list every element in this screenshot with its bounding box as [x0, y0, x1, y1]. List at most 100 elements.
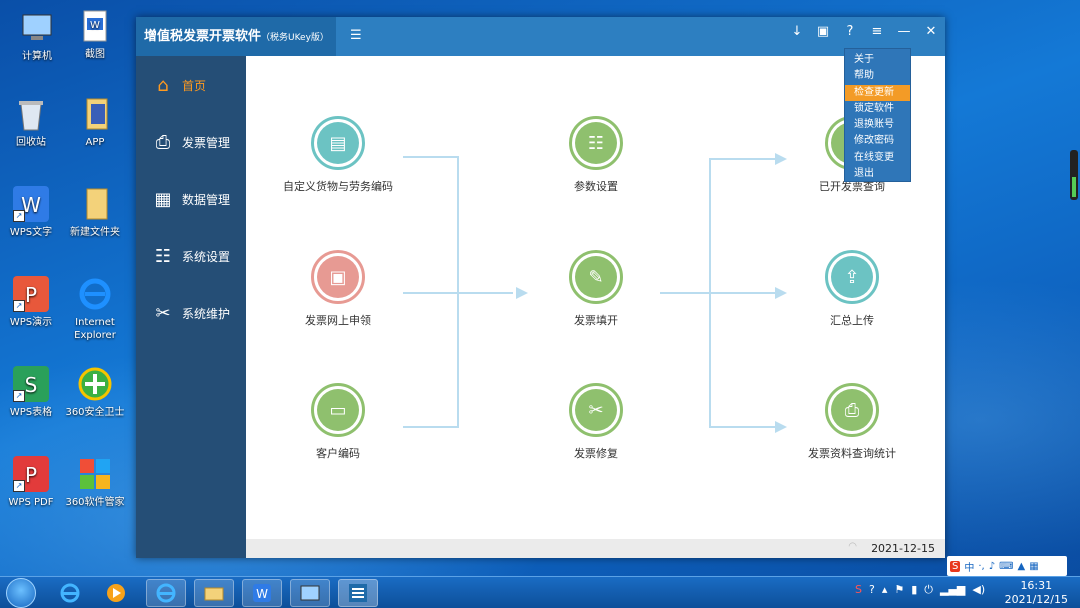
node-stats-query[interactable]: ⎙ 发票资料查询统计 — [782, 383, 922, 461]
upload-icon: ⇪ — [825, 250, 879, 304]
taskbar-invoice-app-window[interactable] — [338, 579, 378, 607]
node-custom-goods[interactable]: ▤ 自定义货物与劳务编码 — [268, 116, 408, 194]
sidebar-item-system-maintenance[interactable]: ✂ 系统维护 — [136, 285, 246, 342]
taskbar-ie-icon[interactable] — [50, 579, 90, 607]
home-icon: ⌂ — [157, 75, 169, 96]
menu-item-online-change[interactable]: 在线变更 — [845, 150, 910, 166]
ime-toolbar[interactable]: S 中 ·, ♪ ⌨ ▲ ▦ — [947, 556, 1067, 576]
power-icon[interactable]: ⏻ — [924, 583, 933, 597]
download-icon[interactable]: ↓ — [784, 17, 810, 47]
desktop-icon-wps-spreadsheet[interactable]: S ↗ WPS表格 — [0, 366, 66, 419]
menu-icon[interactable]: ≡ — [864, 17, 890, 47]
clock[interactable]: 16:31 2021/12/15 — [1005, 579, 1068, 607]
skin-icon[interactable]: ▲ — [1018, 561, 1026, 572]
online-apply-icon: ▣ — [311, 250, 365, 304]
printer-icon: ⎙ — [155, 132, 171, 153]
menu-item-change-password[interactable]: 修改密码 — [845, 133, 910, 149]
desktop-icon-label: APP — [85, 137, 105, 148]
taskbar-media-player-icon[interactable] — [96, 579, 136, 607]
flag-icon[interactable]: ⚑ — [894, 583, 904, 597]
mic-icon[interactable]: ♪ — [989, 561, 995, 572]
desktop-icon-new-folder[interactable]: 新建文件夹 — [60, 186, 130, 239]
sliders-icon: ☷ — [569, 116, 623, 170]
taskbar-explorer-window[interactable] — [194, 579, 234, 607]
taskbar-control-panel-window[interactable] — [290, 579, 330, 607]
minimize-icon[interactable]: — — [891, 17, 917, 47]
sidebar-item-home[interactable]: ⌂ 首页 — [136, 57, 246, 114]
desktop-icon-screenshot[interactable]: W 截图 — [60, 8, 130, 61]
sidebar-item-invoice-management[interactable]: ⎙ 发票管理 — [136, 114, 246, 171]
menu-item-help[interactable]: 帮助 — [845, 68, 910, 84]
volume-slider[interactable] — [1070, 150, 1078, 200]
node-customer-code[interactable]: ▭ 客户编码 — [268, 383, 408, 461]
help-icon[interactable]: ? — [837, 17, 863, 47]
tray-expand-icon[interactable]: ▴ — [882, 583, 888, 597]
keyboard-icon[interactable]: ⌨ — [999, 561, 1013, 572]
desktop-icon-label: WPS PDF — [8, 497, 54, 508]
battery-icon[interactable]: ▮ — [911, 583, 917, 597]
sidebar-item-data-management[interactable]: ▦ 数据管理 — [136, 171, 246, 228]
volume-icon[interactable]: ◀) — [972, 583, 985, 597]
sidebar-item-label: 系统维护 — [182, 307, 231, 321]
desktop-icon-app-folder[interactable]: APP — [60, 96, 130, 149]
data-icon: ▦ — [154, 189, 172, 210]
ie-icon — [77, 276, 113, 312]
menu-item-lock[interactable]: 锁定软件 — [845, 101, 910, 117]
wps-writer-icon: W ↗ — [13, 186, 49, 222]
menu-item-switch-account[interactable]: 退换账号 — [845, 117, 910, 133]
folder-icon — [77, 186, 113, 222]
menu-item-check-update[interactable]: 检查更新 — [845, 84, 910, 101]
node-label: 参数设置 — [574, 180, 618, 193]
desktop-icon-label: 回收站 — [16, 137, 46, 148]
network-icon[interactable]: ▂▄▆ — [940, 583, 965, 597]
desktop-icon-wps-writer[interactable]: W ↗ WPS文字 — [0, 186, 66, 239]
sidebar-item-system-settings[interactable]: ☷ 系统设置 — [136, 228, 246, 285]
desktop-icon-360-safe[interactable]: 360安全卫士 — [60, 366, 130, 419]
desktop-icon-recycle[interactable]: 回收站 — [0, 96, 66, 149]
node-invoice-fill[interactable]: ✎ 发票填开 — [526, 250, 666, 328]
sidebar-item-label: 发票管理 — [182, 136, 231, 150]
help-tray-icon[interactable]: ? — [869, 583, 875, 597]
punctuation-icon[interactable]: ·, — [978, 561, 984, 572]
system-tray: S ? ▴ ⚑ ▮ ⏻ ▂▄▆ ◀) — [855, 583, 985, 597]
desktop-icon-label: 360安全卫士 — [65, 407, 125, 418]
status-date: 2021-12-15 — [871, 542, 935, 555]
desktop-icon-wps-presentation[interactable]: P ↗ WPS演示 — [0, 276, 66, 329]
skin-icon[interactable]: ▣ — [810, 17, 836, 47]
settings-icon: ☷ — [154, 246, 172, 267]
printer-search-icon: ⎙ — [825, 383, 879, 437]
sogou-tray-icon[interactable]: S — [855, 583, 862, 597]
desktop-icon-ie[interactable]: Internet Explorer — [60, 276, 130, 342]
collapse-sidebar-icon[interactable]: ☰ — [350, 28, 362, 43]
node-summary-upload[interactable]: ⇪ 汇总上传 — [782, 250, 922, 328]
node-invoice-repair[interactable]: ✂ 发票修复 — [526, 383, 666, 461]
window-title-suffix: （税务UKey版） — [261, 33, 329, 43]
sogou-icon: S — [950, 560, 961, 572]
clock-date: 2021/12/15 — [1004, 593, 1068, 606]
desktop-icon-wps-pdf[interactable]: P ↗ WPS PDF — [0, 456, 66, 509]
taskbar-wps-window[interactable]: W — [242, 579, 282, 607]
desktop-icon-360-software[interactable]: 360软件管家 — [60, 456, 130, 509]
home-flow-panel: ▤ 自定义货物与劳务编码 ▣ 发票网上申领 ▭ 客户编码 ☷ 参数设置 ✎ 发票… — [246, 56, 945, 539]
node-invoice-apply[interactable]: ▣ 发票网上申领 — [268, 250, 408, 328]
taskbar-ie-window[interactable] — [146, 579, 186, 607]
connector-line — [660, 292, 775, 294]
node-label: 自定义货物与劳务编码 — [283, 180, 393, 193]
feather-pen-icon: ✎ — [569, 250, 623, 304]
sidebar-item-label: 首页 — [182, 79, 207, 93]
menu-item-about[interactable]: 关于 — [845, 52, 910, 68]
menu-item-exit[interactable]: 退出 — [845, 166, 910, 182]
clock-time: 16:31 — [1020, 579, 1053, 592]
connector-line — [709, 158, 711, 428]
close-icon[interactable]: ✕ — [918, 17, 944, 47]
desktop-icon-label: 计算机 — [22, 51, 52, 62]
start-button[interactable] — [6, 578, 36, 608]
grid-icon[interactable]: ▦ — [1029, 561, 1038, 572]
node-params[interactable]: ☷ 参数设置 — [526, 116, 666, 194]
svg-text:P: P — [25, 463, 37, 487]
ime-mode-label[interactable]: 中 — [964, 559, 974, 574]
sidebar-item-label: 系统设置 — [182, 250, 231, 264]
node-label: 客户编码 — [316, 447, 360, 460]
360-safe-icon — [77, 366, 113, 402]
node-label: 发票填开 — [574, 314, 618, 327]
